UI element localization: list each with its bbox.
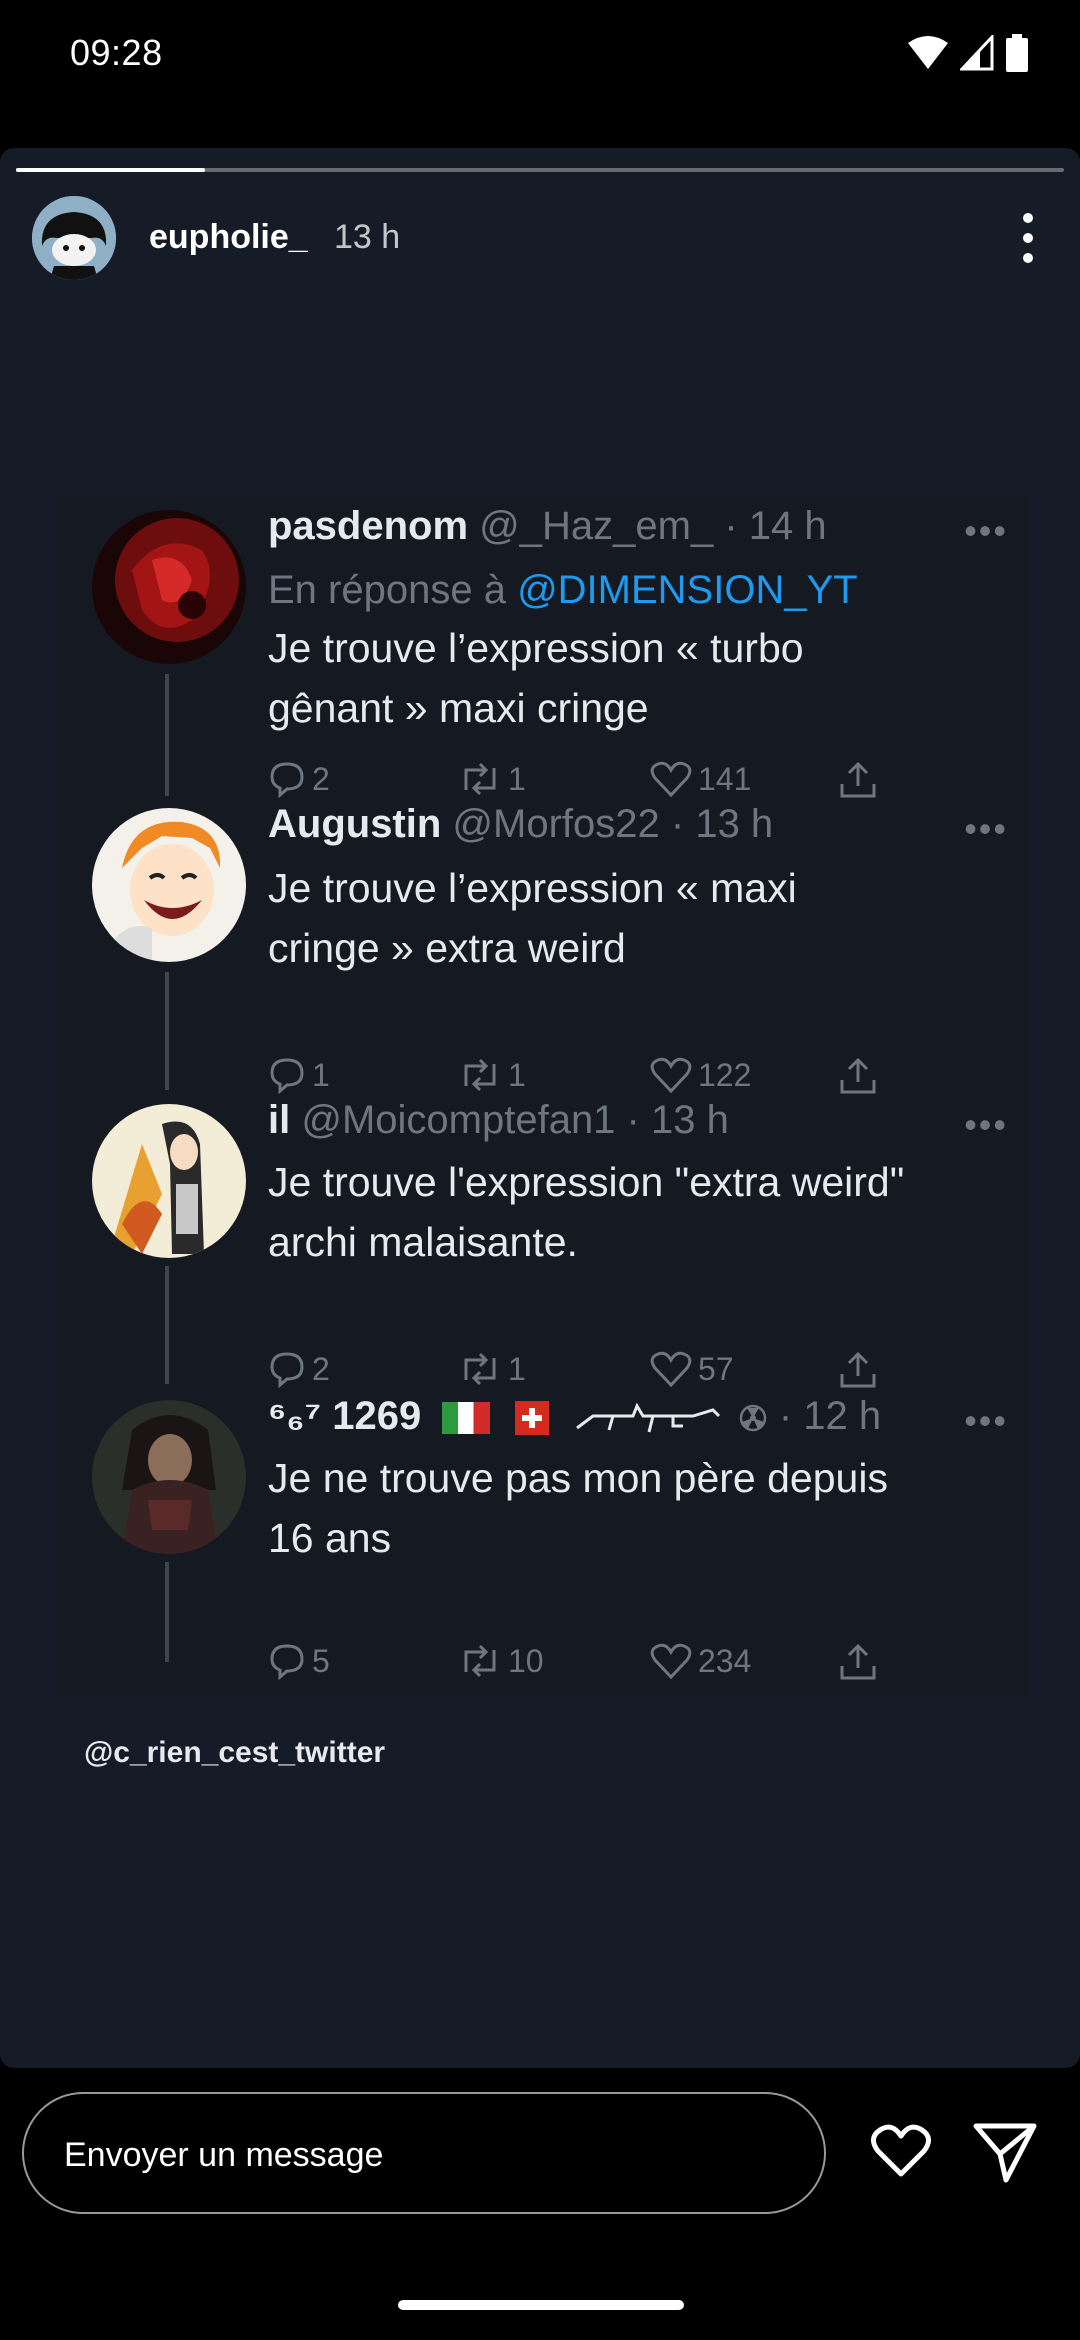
home-indicator[interactable] xyxy=(398,2300,684,2310)
tweet-header: Augustin @Morfos22 · 13 h xyxy=(268,802,773,847)
retweet-count: 10 xyxy=(458,1642,544,1680)
like-story-button[interactable] xyxy=(868,2118,934,2184)
reply-icon xyxy=(270,1058,304,1094)
tweet-thread-screenshot: pasdenom @_Haz_em_ · 14 h ••• En réponse… xyxy=(60,496,1030,1696)
tweet-author-name: ⁶₆⁷ 1269 xyxy=(268,1394,422,1438)
story-time: 13 h xyxy=(334,218,401,256)
reply-icon xyxy=(270,1352,304,1388)
message-placeholder: Envoyer un message xyxy=(64,2136,384,2174)
credit-text: @c_rien_cest_twitter xyxy=(84,1736,386,1769)
reply-count: 5 xyxy=(268,1642,330,1680)
story-progress-fill xyxy=(16,168,205,172)
more-vertical-icon xyxy=(1023,213,1033,263)
tweet-author-name: il xyxy=(268,1098,291,1142)
reply-icon xyxy=(270,762,304,798)
tweet: pasdenom @_Haz_em_ · 14 h ••• En réponse… xyxy=(60,496,1030,798)
heart-icon xyxy=(871,2124,931,2177)
message-input[interactable]: Envoyer un message xyxy=(22,2092,826,2214)
retweet-count: 1 xyxy=(458,1056,526,1094)
retweet-icon xyxy=(464,1644,496,1678)
tweet-text-line: gênant » maxi cringe xyxy=(268,685,649,731)
heart-icon xyxy=(650,1057,692,1094)
tweet-more-icon: ••• xyxy=(964,1400,1008,1441)
retweet-icon xyxy=(464,1352,496,1386)
send-icon xyxy=(973,2123,1037,2183)
rifle-icon xyxy=(575,1403,720,1433)
story-username[interactable]: eupholie_ xyxy=(149,218,308,257)
tweet-text: Je ne trouve pas mon père depuis 16 ans xyxy=(268,1448,1008,1568)
tweet-header: ⁶₆⁷ 1269 · 12 h xyxy=(268,1394,881,1439)
heart-icon xyxy=(650,1351,692,1388)
tweet: ⁶₆⁷ 1269 · 12 h ••• Je ne trouve pas mon… xyxy=(60,1386,1030,1696)
reply-count: 1 xyxy=(268,1056,330,1094)
retweet-count: 1 xyxy=(458,1350,526,1388)
retweet-icon xyxy=(464,1058,496,1092)
tweet-handle-time: @_Haz_em_ · 14 h xyxy=(468,504,827,548)
tweet-text: Je trouve l'expression "extra weird" arc… xyxy=(268,1152,1008,1272)
tweet-text-line: Je trouve l’expression « turbo xyxy=(268,625,804,671)
tweet: il @Moicomptefan1 · 13 h ••• Je trouve l… xyxy=(60,1090,1030,1388)
avatar[interactable] xyxy=(32,196,116,280)
tweet-avatar xyxy=(92,808,246,962)
share-icon xyxy=(838,1350,878,1390)
like-count: 141 xyxy=(650,760,751,798)
tweet-avatar xyxy=(92,1104,246,1258)
battery-icon xyxy=(1006,34,1028,72)
story-header: eupholie_ 13 h xyxy=(32,196,1048,286)
tweet-text: Je trouve l’expression « turbo gênant » … xyxy=(268,618,1008,738)
tweet-more-icon: ••• xyxy=(964,808,1008,849)
tweet-header: pasdenom @_Haz_em_ · 14 h xyxy=(268,504,827,549)
more-options-button[interactable] xyxy=(1008,210,1048,266)
tweet-text-line: Je trouve l'expression "extra weird" xyxy=(268,1159,905,1205)
retweet-icon xyxy=(464,762,496,796)
like-count: 57 xyxy=(650,1350,734,1388)
tweet-more-icon: ••• xyxy=(964,1104,1008,1145)
tweet-author-name: Augustin xyxy=(268,802,442,846)
tweet-text-line: 16 ans xyxy=(268,1515,392,1561)
status-bar: 09:28 xyxy=(0,0,1080,110)
tweet-text-line: Je ne trouve pas mon père depuis xyxy=(268,1455,888,1501)
status-icons xyxy=(908,34,1028,72)
status-time: 09:28 xyxy=(70,32,163,73)
send-story-button[interactable] xyxy=(972,2118,1038,2184)
tweet: Augustin @Morfos22 · 13 h ••• Je trouve … xyxy=(60,794,1030,1094)
radiation-icon xyxy=(739,1405,766,1432)
tweet-text: Je trouve l’expression « maxi cringe » e… xyxy=(268,858,1008,978)
like-count: 234 xyxy=(650,1642,751,1680)
tweet-avatar xyxy=(92,510,246,664)
like-count: 122 xyxy=(650,1056,751,1094)
reply-prefix: En réponse à xyxy=(268,568,518,612)
tweet-text-line: Je trouve l’expression « maxi xyxy=(268,865,797,911)
reply-count: 2 xyxy=(268,1350,330,1388)
tweet-handle-time: · 12 h xyxy=(778,1394,882,1438)
reply-icon xyxy=(270,1644,304,1680)
tweet-actions: 5 10 234 xyxy=(268,1642,968,1692)
heart-icon xyxy=(650,761,692,798)
tweet-reply-to: En réponse à @DIMENSION_YT xyxy=(268,568,858,613)
flag-switzerland-icon xyxy=(515,1401,550,1436)
flag-italy-icon xyxy=(442,1402,491,1435)
retweet-count: 1 xyxy=(458,760,526,798)
reply-count: 2 xyxy=(268,760,330,798)
tweet-author-name: pasdenom xyxy=(268,504,469,548)
tweet-avatar xyxy=(92,1400,246,1554)
tweet-header: il @Moicomptefan1 · 13 h xyxy=(268,1098,729,1143)
heart-icon xyxy=(650,1643,692,1680)
story-progress-bar xyxy=(16,168,1064,172)
signal-icon xyxy=(960,35,994,71)
story-viewer[interactable]: eupholie_ 13 h pasdenom @_Haz_em_ · 14 h… xyxy=(0,148,1080,2068)
tweet-more-icon: ••• xyxy=(964,510,1008,551)
tweet-text-line: cringe » extra weird xyxy=(268,925,626,971)
wifi-icon xyxy=(908,36,948,69)
tweet-text-line: archi malaisante. xyxy=(268,1219,578,1265)
share-icon xyxy=(838,1642,878,1682)
tweet-handle-time: @Morfos22 · 13 h xyxy=(441,802,774,846)
tweet-handle-time: @Moicomptefan1 · 13 h xyxy=(290,1098,729,1142)
reply-mention: @DIMENSION_YT xyxy=(517,568,858,612)
